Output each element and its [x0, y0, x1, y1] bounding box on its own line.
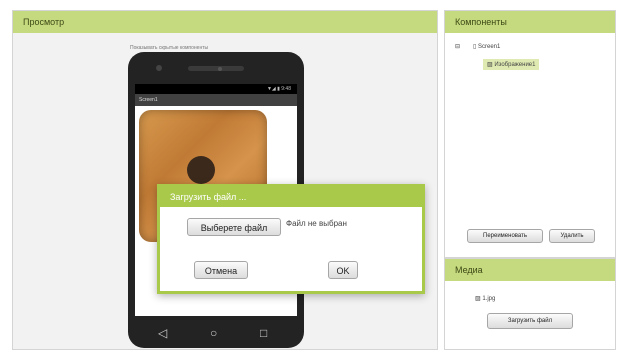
media-file-item[interactable]: ▨ 1.jpg [475, 295, 495, 302]
components-panel: Компоненты ⊟ ▯ Screen1 ▨ Изображение1 Пе… [444, 10, 616, 258]
tree-collapse-icon[interactable]: ⊟ [455, 43, 460, 50]
screen-title-bar: Screen1 [135, 94, 297, 106]
speaker-grille [188, 66, 244, 71]
rename-button[interactable]: Переименовать [467, 229, 543, 243]
upload-file-dialog: Загрузить файл ... Выберете файл Файл не… [157, 184, 425, 294]
home-icon[interactable]: ○ [210, 326, 217, 340]
media-file-label: 1.jpg [482, 296, 496, 302]
no-file-selected-label: Файл не выбран [286, 219, 347, 228]
screen-icon: ▯ [473, 44, 477, 50]
sensor-icon [218, 67, 222, 71]
tree-item-label: Screen1 [477, 44, 501, 50]
ok-button[interactable]: OK [328, 261, 358, 279]
viewer-header: Просмотр [13, 11, 437, 33]
android-nav-bar: ◁ ○ □ [128, 318, 304, 348]
delete-button[interactable]: Удалить [549, 229, 595, 243]
wood-hole [187, 156, 215, 184]
upload-file-button[interactable]: Загрузить файл [487, 313, 573, 329]
camera-icon [156, 65, 162, 71]
tree-item-image1[interactable]: ▨ Изображение1 [483, 59, 540, 70]
components-header: Компоненты [445, 11, 615, 33]
image-icon: ▨ [487, 62, 493, 68]
dialog-title: Загрузить файл ... [160, 187, 422, 207]
tree-item-label: Изображение1 [494, 62, 536, 68]
image-file-icon: ▨ [475, 296, 481, 302]
cancel-button[interactable]: Отмена [194, 261, 248, 279]
tree-item-screen1[interactable]: ▯ Screen1 [473, 43, 500, 50]
media-header: Медиа [445, 259, 615, 281]
choose-file-button[interactable]: Выберете файл [187, 218, 281, 236]
back-icon[interactable]: ◁ [158, 326, 167, 340]
hidden-components-checkbox-label[interactable]: Показывать скрытые компоненты [130, 45, 208, 51]
recent-apps-icon[interactable]: □ [260, 326, 267, 340]
media-panel: Медиа ▨ 1.jpg Загрузить файл [444, 258, 616, 350]
status-bar: ▼◢ ▮ 9:48 [135, 84, 297, 94]
